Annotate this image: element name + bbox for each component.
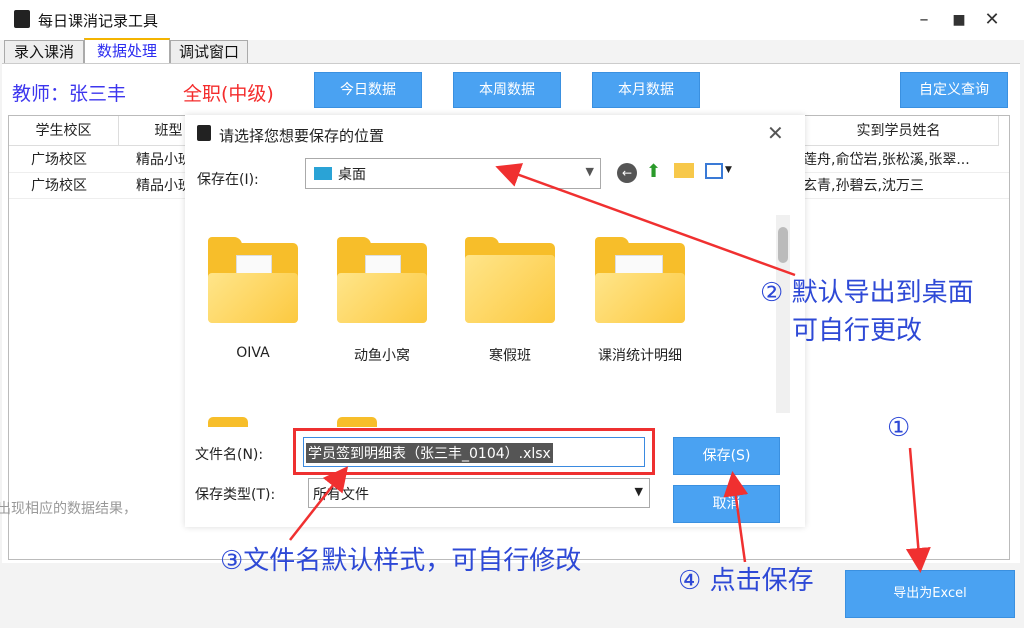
annotation-1: ① (887, 413, 911, 443)
annotation-4: ④ 点击保存 (678, 566, 814, 596)
annotation-3: ③文件名默认样式，可自行修改 (220, 546, 582, 576)
annotation-2: ② 默认导出到桌面 (760, 278, 974, 308)
arrow-to-export (905, 447, 931, 573)
arrow-to-filename (289, 466, 349, 541)
annotation-2-line2: 可自行更改 (792, 316, 923, 346)
arrow-to-save (723, 471, 749, 563)
arrow-to-location (495, 163, 796, 277)
